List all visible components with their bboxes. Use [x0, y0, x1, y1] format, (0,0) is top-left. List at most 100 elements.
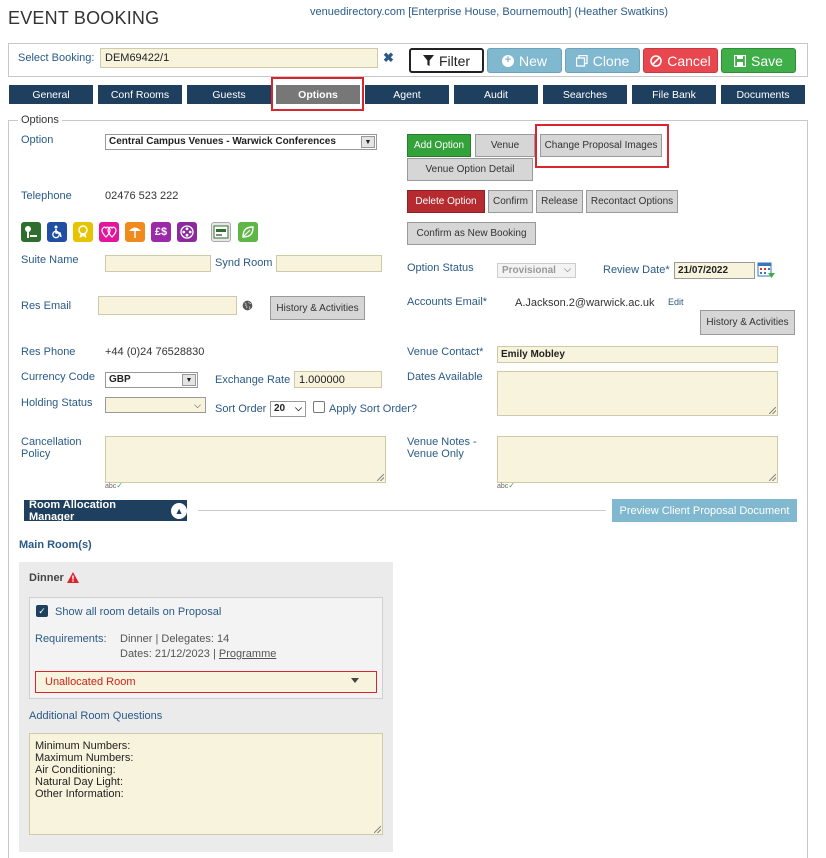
cancellation-policy-textarea[interactable] [105, 436, 386, 483]
dropdown-arrow-icon: ▼ [182, 374, 196, 386]
chevron-down-icon: ⌵ [564, 264, 571, 274]
filter-button[interactable]: Filter [409, 48, 484, 73]
synd-room-input[interactable] [276, 255, 382, 272]
holding-status-label: Holding Status [21, 397, 93, 409]
add-option-button[interactable]: Add Option [407, 134, 471, 157]
globe-icon[interactable] [242, 300, 253, 314]
venue-notes-textarea[interactable] [497, 436, 778, 483]
room-allocation-manager-toggle[interactable]: Room Allocation Manager ▲ [24, 499, 187, 523]
res-email-input[interactable] [98, 296, 237, 315]
venue-contact-input[interactable]: Emily Mobley [497, 346, 778, 363]
venue-option-detail-button[interactable]: Venue Option Detail [407, 158, 533, 181]
exchange-rate-input[interactable]: 1.000000 [294, 371, 382, 388]
clear-booking-icon[interactable]: ✖ [383, 50, 394, 66]
venue-contact-label: Venue Contact* [407, 346, 484, 358]
award-icon [73, 222, 93, 242]
currency-code-label: Currency Code [21, 371, 95, 383]
options-legend: Options [18, 114, 62, 126]
show-details-label: Show all room details on Proposal [55, 606, 222, 618]
requirements-label: Requirements: [35, 633, 107, 645]
filter-icon [422, 55, 434, 66]
money-icon: £$ [151, 222, 171, 242]
calendar-icon[interactable] [757, 262, 775, 282]
telephone-label: Telephone [21, 190, 72, 202]
res-phone-label: Res Phone [21, 346, 76, 358]
tab-guests[interactable]: Guests [187, 85, 271, 104]
synd-room-label: Synd Room [215, 257, 273, 269]
room-allocation-select[interactable]: Unallocated Room [35, 671, 377, 693]
booking-input[interactable]: DEM69422/1 [100, 48, 378, 68]
chevron-up-icon: ▲ [171, 502, 187, 519]
divider [198, 510, 606, 511]
filter-label: Filter [438, 52, 471, 69]
cancel-button[interactable]: Cancel [643, 48, 718, 73]
venue-only-label: Venue Only [407, 448, 464, 460]
clone-label: Clone [592, 52, 630, 69]
holding-status-select[interactable]: ⌵ [105, 397, 206, 413]
new-button[interactable]: + New [487, 48, 562, 73]
floppy-icon [734, 54, 747, 67]
recontact-options-button[interactable]: Recontact Options [586, 190, 678, 213]
tab-file-bank[interactable]: File Bank [632, 85, 716, 104]
additional-questions-textarea[interactable]: Minimum Numbers: Maximum Numbers: Air Co… [29, 733, 383, 835]
option-select[interactable]: Central Campus Venues - Warwick Conferen… [105, 134, 377, 150]
option-status-select[interactable]: Provisional ⌵ [497, 263, 576, 278]
chevron-down-icon: ⌵ [194, 400, 201, 410]
caret-down-icon [351, 678, 359, 683]
warning-icon [67, 572, 79, 586]
apply-sort-checkbox[interactable] [313, 401, 325, 413]
res-phone-value: +44 (0)24 76528830 [105, 346, 205, 358]
currency-value: GBP [109, 374, 131, 385]
venue-notes-label: Venue Notes - [407, 436, 477, 448]
review-date-label: Review Date* [603, 264, 670, 276]
apply-sort-label: Apply Sort Order? [329, 403, 418, 415]
plus-circle-icon: + [501, 54, 514, 67]
accounts-email-value: A.Jackson.2@warwick.ac.uk [515, 297, 655, 309]
preview-proposal-button[interactable]: Preview Client Proposal Document [612, 499, 797, 522]
dates-available-textarea[interactable] [497, 371, 778, 416]
change-images-highlight [535, 124, 669, 168]
tab-conf-rooms[interactable]: Conf Rooms [98, 85, 182, 104]
telephone-value: 02476 523 222 [105, 190, 179, 202]
history-activities-button-2[interactable]: History & Activities [700, 310, 795, 335]
save-button[interactable]: Save [721, 48, 796, 73]
suite-name-label: Suite Name [21, 254, 79, 266]
tab-general[interactable]: General [9, 85, 93, 104]
hearts-icon [99, 222, 119, 242]
requirements-dates: Dates: 21/12/2023 | Programme [120, 648, 276, 660]
sort-order-label: Sort Order [215, 403, 267, 415]
main-rooms-heading: Main Room(s) [19, 539, 92, 551]
question-line: Natural Day Light: [35, 776, 124, 788]
option-status-value: Provisional [502, 265, 556, 276]
spellcheck-icon: abc✓ [497, 481, 515, 490]
tab-searches[interactable]: Searches [543, 85, 627, 104]
dates-available-label: Dates Available [407, 371, 483, 383]
tab-agent[interactable]: Agent [365, 85, 449, 104]
new-label: New [518, 52, 547, 69]
question-line: Air Conditioning: [35, 764, 116, 776]
release-button[interactable]: Release [536, 190, 583, 213]
suite-name-input[interactable] [105, 255, 211, 272]
ban-icon [650, 54, 663, 67]
page-title: EVENT BOOKING [8, 8, 160, 28]
programme-link[interactable]: Programme [219, 648, 276, 660]
show-details-checkbox[interactable]: ✓ [36, 605, 48, 617]
tab-audit[interactable]: Audit [454, 85, 538, 104]
requirements-line1: Dinner | Delegates: 14 [120, 633, 230, 645]
currency-select[interactable]: GBP ▼ [105, 372, 198, 388]
room-name: Dinner [29, 572, 64, 584]
tab-documents[interactable]: Documents [721, 85, 805, 104]
res-email-label: Res Email [21, 300, 72, 312]
question-line: Minimum Numbers: [35, 740, 131, 752]
confirm-new-booking-button[interactable]: Confirm as New Booking [407, 222, 536, 245]
edit-link[interactable]: Edit [668, 297, 684, 307]
confirm-button[interactable]: Confirm [488, 190, 533, 213]
sort-order-select[interactable]: 20 ⌵ [270, 401, 306, 417]
delete-option-button[interactable]: Delete Option [407, 190, 485, 213]
review-date-input[interactable]: 21/07/2022 [674, 262, 755, 279]
clone-button[interactable]: Clone [565, 48, 640, 73]
room-allocation-value: Unallocated Room [45, 676, 136, 688]
cancellation-label: Cancellation [21, 436, 82, 448]
venue-button[interactable]: Venue [475, 134, 535, 157]
history-activities-button[interactable]: History & Activities [270, 296, 365, 320]
